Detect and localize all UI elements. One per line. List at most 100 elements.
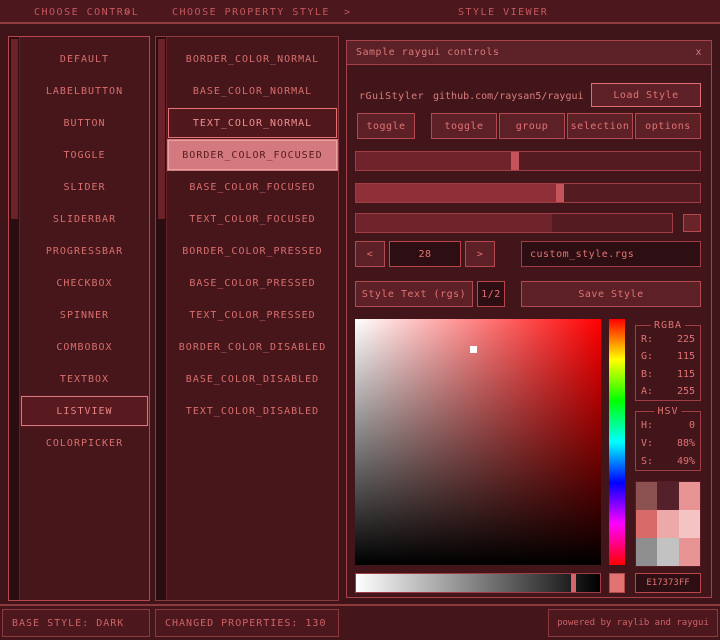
sliderbar-control[interactable] xyxy=(355,183,701,203)
controls-scrollbar[interactable] xyxy=(9,37,20,600)
palette-swatch[interactable] xyxy=(657,510,678,538)
palette-swatch[interactable] xyxy=(636,482,657,510)
slider-control[interactable] xyxy=(355,151,701,171)
value-gradient-bar[interactable] xyxy=(355,573,601,593)
palette-swatch[interactable] xyxy=(679,538,700,566)
properties-list: BORDER_COLOR_NORMAL BASE_COLOR_NORMAL TE… xyxy=(167,43,338,427)
palette-swatch[interactable] xyxy=(636,538,657,566)
properties-scrollbar[interactable] xyxy=(156,37,167,600)
spinner-value[interactable]: 28 xyxy=(389,241,461,267)
property-list-item[interactable]: TEXT_COLOR_DISABLED xyxy=(167,395,338,427)
control-list-item[interactable]: PROGRESSBAR xyxy=(20,235,149,267)
load-style-button[interactable]: Load Style xyxy=(591,83,701,107)
control-list-item[interactable]: SLIDERBAR xyxy=(20,203,149,235)
hsv-title: HSV xyxy=(654,406,681,417)
hex-color-value[interactable]: E17373FF xyxy=(635,573,701,593)
rgba-value: 225 xyxy=(677,334,695,345)
rgba-value: 255 xyxy=(677,386,695,397)
property-list-item[interactable]: TEXT_COLOR_PRESSED xyxy=(167,299,338,331)
color-saturation-value-picker[interactable] xyxy=(355,319,601,565)
palette-swatch[interactable] xyxy=(657,482,678,510)
repo-link-label: github.com/raysan5/raygui xyxy=(433,91,584,102)
property-list-item[interactable]: BASE_COLOR_FOCUSED xyxy=(167,171,338,203)
hsv-label: H: xyxy=(641,420,653,431)
scrollbar-thumb[interactable] xyxy=(158,39,165,219)
hsv-value: 49% xyxy=(677,456,695,467)
control-list-item[interactable]: COLORPICKER xyxy=(20,427,149,459)
header-bar: CHOOSE CONTROL > CHOOSE PROPERTY STYLE >… xyxy=(0,0,720,24)
gradient-handle[interactable] xyxy=(571,574,576,592)
slider-handle[interactable] xyxy=(511,152,519,170)
toggle-button[interactable]: toggle xyxy=(357,113,415,139)
control-list-item[interactable]: SLIDER xyxy=(20,171,149,203)
spinner-increment-button[interactable]: > xyxy=(465,241,495,267)
status-powered-by: powered by raylib and raygui xyxy=(548,609,718,637)
property-list-item[interactable]: BASE_COLOR_PRESSED xyxy=(167,267,338,299)
hue-slider[interactable] xyxy=(609,319,625,565)
scrollbar-thumb[interactable] xyxy=(11,39,18,219)
toggle-group-item[interactable]: toggle xyxy=(431,113,497,139)
chevron-right-icon: > xyxy=(344,7,352,18)
control-list-item[interactable]: CHECKBOX xyxy=(20,267,149,299)
property-list-item[interactable]: BORDER_COLOR_PRESSED xyxy=(167,235,338,267)
filename-input[interactable] xyxy=(521,241,701,267)
toggle-group-item[interactable]: group xyxy=(499,113,565,139)
progressbar-control[interactable] xyxy=(355,213,673,233)
palette-swatch[interactable] xyxy=(679,482,700,510)
header-choose-property-style: CHOOSE PROPERTY STYLE xyxy=(172,7,330,18)
control-list-item[interactable]: LABELBUTTON xyxy=(20,75,149,107)
save-style-button[interactable]: Save Style xyxy=(521,281,701,307)
status-bar: BASE STYLE: DARK CHANGED PROPERTIES: 130… xyxy=(0,604,720,640)
control-list-item[interactable]: TEXTBOX xyxy=(20,363,149,395)
checkbox-control[interactable] xyxy=(683,214,701,232)
hsv-value: 0 xyxy=(689,420,695,431)
hsv-label: S: xyxy=(641,456,653,467)
property-list-item-selected[interactable]: BORDER_COLOR_FOCUSED xyxy=(167,139,338,171)
chevron-right-icon: > xyxy=(124,7,132,18)
controls-list: DEFAULT LABELBUTTON BUTTON TOGGLE SLIDER… xyxy=(20,43,149,459)
rgba-rows: R: 225 G: 115 B: 115 A: 255 xyxy=(641,334,695,397)
property-list-item-focused[interactable]: TEXT_COLOR_NORMAL xyxy=(167,107,338,139)
control-list-item[interactable]: COMBOBOX xyxy=(20,331,149,363)
spinner-decrement-button[interactable]: < xyxy=(355,241,385,267)
property-list-item[interactable]: BORDER_COLOR_DISABLED xyxy=(167,331,338,363)
rgba-label: R: xyxy=(641,334,653,345)
hsv-label: V: xyxy=(641,438,653,449)
toggle-group-item[interactable]: selection xyxy=(567,113,633,139)
property-list-item[interactable]: BORDER_COLOR_NORMAL xyxy=(167,43,338,75)
rgba-row: G: 115 xyxy=(641,351,695,362)
toggle-group-item[interactable]: options xyxy=(635,113,701,139)
close-icon[interactable]: x xyxy=(695,47,702,58)
color-picker-cursor[interactable] xyxy=(470,346,477,353)
palette-swatch[interactable] xyxy=(657,538,678,566)
current-color-swatch xyxy=(609,573,625,593)
color-palette xyxy=(635,481,701,567)
property-list-item[interactable]: BASE_COLOR_DISABLED xyxy=(167,363,338,395)
rgba-label: A: xyxy=(641,386,653,397)
rgba-value: 115 xyxy=(677,351,695,362)
style-text-button[interactable]: Style Text (rgs) xyxy=(355,281,473,307)
controls-list-panel: DEFAULT LABELBUTTON BUTTON TOGGLE SLIDER… xyxy=(8,36,150,601)
slider-fill xyxy=(356,152,514,170)
hsv-row: V: 88% xyxy=(641,438,695,449)
hsv-value: 88% xyxy=(677,438,695,449)
property-list-item[interactable]: TEXT_COLOR_FOCUSED xyxy=(167,203,338,235)
style-viewer-window: Sample raygui controls x rGuiStyler gith… xyxy=(346,40,712,598)
sliderbar-handle[interactable] xyxy=(556,184,564,202)
hsv-row: H: 0 xyxy=(641,420,695,431)
control-list-item[interactable]: BUTTON xyxy=(20,107,149,139)
rgba-groupbox: RGBA R: 225 G: 115 B: 115 A: 255 xyxy=(635,325,701,401)
control-list-item[interactable]: DEFAULT xyxy=(20,43,149,75)
rgba-value: 115 xyxy=(677,369,695,380)
rgba-title: RGBA xyxy=(651,320,685,331)
control-list-item-selected[interactable]: LISTVIEW xyxy=(20,395,149,427)
control-list-item[interactable]: TOGGLE xyxy=(20,139,149,171)
palette-swatch[interactable] xyxy=(679,510,700,538)
progressbar-fill xyxy=(356,214,552,232)
hsv-row: S: 49% xyxy=(641,456,695,467)
palette-swatch[interactable] xyxy=(636,510,657,538)
window-titlebar[interactable]: Sample raygui controls x xyxy=(347,41,711,65)
control-list-item[interactable]: SPINNER xyxy=(20,299,149,331)
rgba-label: B: xyxy=(641,369,653,380)
property-list-item[interactable]: BASE_COLOR_NORMAL xyxy=(167,75,338,107)
